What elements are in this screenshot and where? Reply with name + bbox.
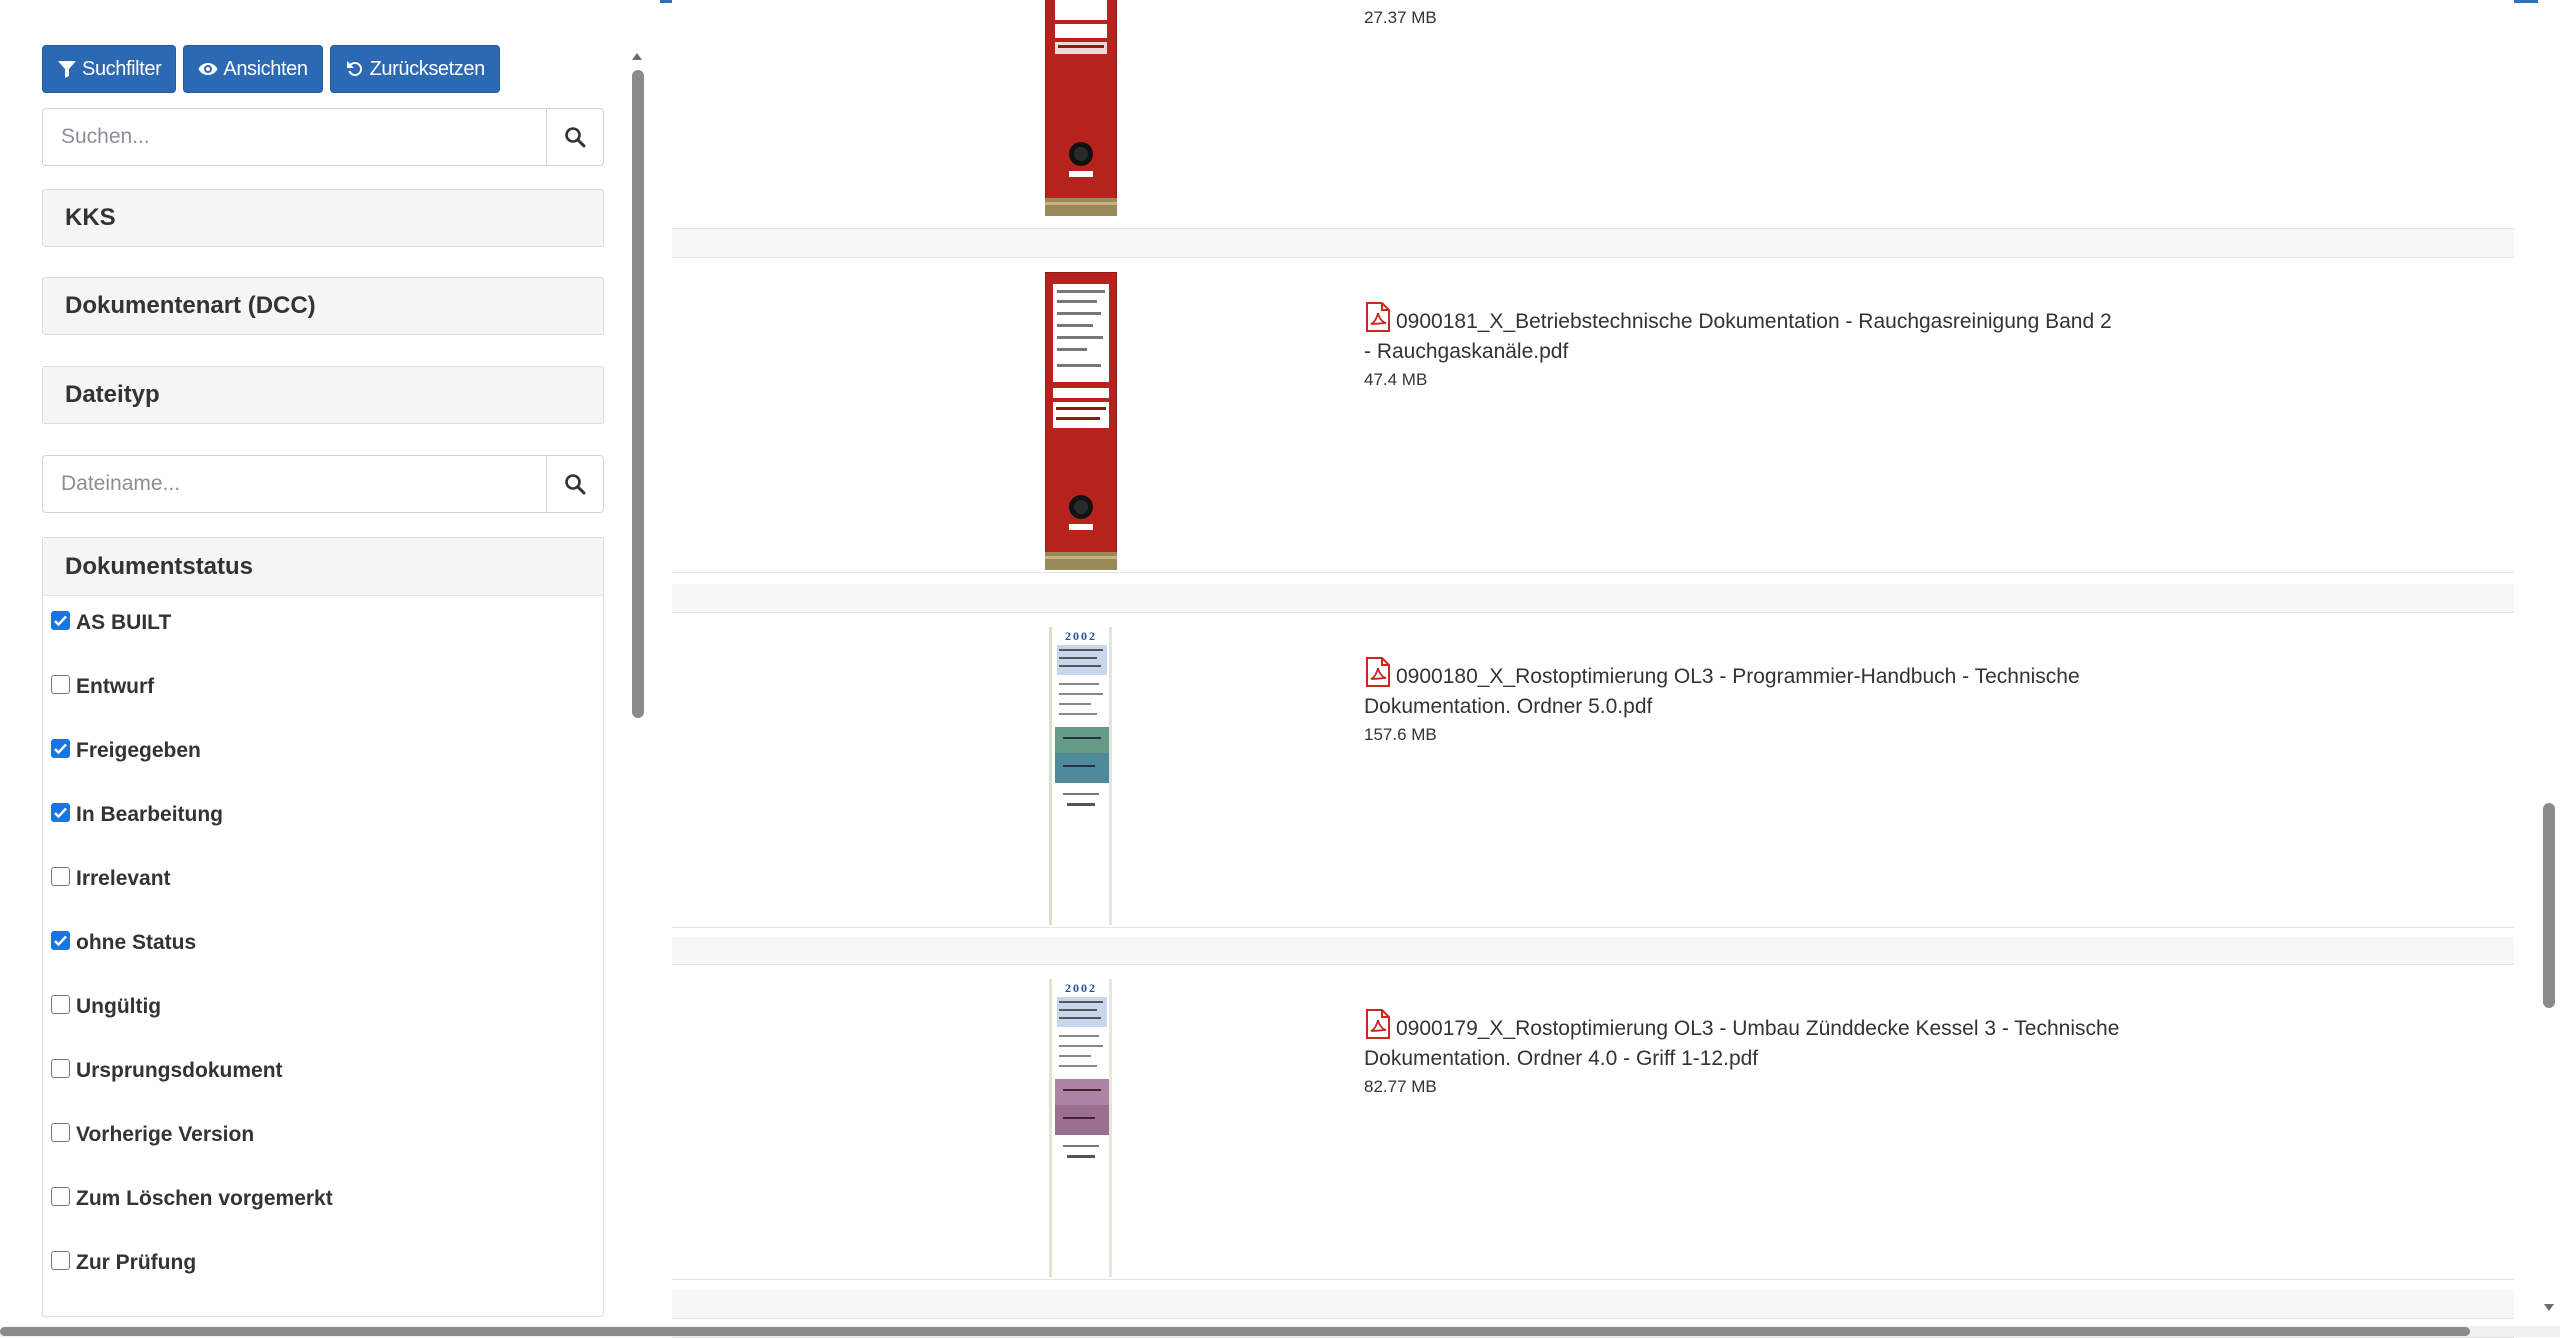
document-size: 47.4 MB xyxy=(1364,370,1428,389)
status-checkbox[interactable] xyxy=(51,1186,70,1206)
sidebar-scroll-up-arrow[interactable] xyxy=(630,50,644,64)
status-checkbox[interactable] xyxy=(51,610,70,630)
pdf-file-icon xyxy=(1366,302,1390,332)
status-checkbox[interactable] xyxy=(51,866,70,886)
status-filter-title: Dokumentstatus xyxy=(43,538,603,596)
document-card[interactable]: 0900181_X_Betriebstechnische Dokumentati… xyxy=(672,257,2514,573)
card-separator xyxy=(672,229,2514,257)
search-icon xyxy=(565,127,586,148)
views-button[interactable]: Ansichten xyxy=(183,45,323,93)
eye-icon xyxy=(198,63,218,75)
document-title-link[interactable]: 0900180_X_Rostoptimierung OL3 - Programm… xyxy=(1364,657,2124,722)
document-title: 0900179_X_Rostoptimierung OL3 - Umbau Zü… xyxy=(1364,1017,2120,1070)
document-card[interactable]: 2002 0900179_X_Rostoptimierung OL3 - Umb… xyxy=(672,964,2514,1280)
filter-toolbar: Suchfilter Ansichten Zurücksetzen xyxy=(42,45,500,93)
status-option-label: ohne Status xyxy=(76,931,197,954)
reset-button[interactable]: Zurücksetzen xyxy=(329,45,500,93)
document-card[interactable]: 2002 0900180_X_Rostoptimierung OL3 - Pro… xyxy=(672,612,2514,928)
card-separator xyxy=(672,584,2514,612)
filter-sidebar: Suchfilter Ansichten Zurücksetzen KKS Do… xyxy=(0,0,660,1337)
document-size: 157.6 MB xyxy=(1364,725,1437,744)
document-title-link[interactable]: 0900181_X_Betriebstechnische Dokumentati… xyxy=(1364,302,2124,367)
search-filter-label: Suchfilter xyxy=(82,57,162,80)
facet-file-type[interactable]: Dateityp xyxy=(42,366,604,424)
thumbnail-year: 2002 xyxy=(1065,629,1097,643)
horizontal-scrollbar-thumb[interactable] xyxy=(0,1327,2470,1336)
status-option-label: Zur Prüfung xyxy=(76,1251,197,1274)
status-option[interactable]: AS BUILT xyxy=(51,608,171,638)
document-title: 0900180_X_Rostoptimierung OL3 - Programm… xyxy=(1364,665,2080,718)
document-info: 0900179_X_Rostoptimierung OL3 - Umbau Zü… xyxy=(1364,1009,2124,1097)
status-checkbox[interactable] xyxy=(51,994,70,1014)
thumbnail-year: 2002 xyxy=(1065,981,1097,995)
status-option[interactable]: Entwurf xyxy=(51,672,154,702)
document-thumbnail-white-binder: 2002 xyxy=(1045,979,1117,1277)
search-input[interactable] xyxy=(42,108,546,166)
status-filter-panel: Dokumentstatus AS BUILT Entwurf Freigege… xyxy=(42,537,604,1317)
facet-kks[interactable]: KKS xyxy=(42,189,604,247)
card-separator xyxy=(672,937,2514,965)
document-list: 27.37 MB 0900181_X_Betriebstechnische Do… xyxy=(672,0,2514,1338)
status-option[interactable]: In Bearbeitung xyxy=(51,800,223,830)
search-icon xyxy=(565,474,586,495)
status-checkbox[interactable] xyxy=(51,930,70,950)
page-scrollbar-track[interactable] xyxy=(2538,0,2560,1337)
filename-search-button[interactable] xyxy=(546,455,604,513)
document-thumbnail-red-binder xyxy=(1045,0,1117,216)
status-option[interactable]: ohne Status xyxy=(51,928,196,958)
document-size: 82.77 MB xyxy=(1364,1077,1437,1096)
views-label: Ansichten xyxy=(223,57,308,80)
search-filter-button[interactable]: Suchfilter xyxy=(42,45,177,93)
status-checkbox[interactable] xyxy=(51,1122,70,1142)
status-checkbox[interactable] xyxy=(51,1250,70,1270)
status-option-label: Zum Löschen vorgemerkt xyxy=(76,1187,333,1210)
status-option-label: Ursprungsdokument xyxy=(76,1059,283,1082)
page-scrollbar-thumb[interactable] xyxy=(2543,803,2555,1008)
document-info: 27.37 MB xyxy=(1364,0,2124,28)
search-button[interactable] xyxy=(546,108,604,166)
document-size: 27.37 MB xyxy=(1364,8,1437,27)
sidebar-scrollbar-thumb[interactable] xyxy=(632,70,644,718)
document-card[interactable]: 27.37 MB xyxy=(672,0,2514,229)
filename-input[interactable] xyxy=(42,455,546,513)
status-option[interactable]: Vorherige Version xyxy=(51,1120,254,1150)
status-option[interactable]: Ungültig xyxy=(51,992,161,1022)
status-option-label: In Bearbeitung xyxy=(76,803,224,826)
card-separator xyxy=(672,1290,2514,1318)
document-title: 0900181_X_Betriebstechnische Dokumentati… xyxy=(1364,310,2112,363)
document-title-link[interactable]: 0900179_X_Rostoptimierung OL3 - Umbau Zü… xyxy=(1364,1009,2124,1074)
pdf-file-icon xyxy=(1366,1009,1390,1039)
document-info: 0900181_X_Betriebstechnische Dokumentati… xyxy=(1364,302,2124,390)
document-info: 0900180_X_Rostoptimierung OL3 - Programm… xyxy=(1364,657,2124,745)
status-checkbox[interactable] xyxy=(51,1058,70,1078)
funnel-icon xyxy=(58,61,76,78)
undo-icon xyxy=(346,61,362,76)
search-group xyxy=(42,108,604,166)
document-thumbnail-white-binder: 2002 xyxy=(1045,627,1117,925)
status-option[interactable]: Ursprungsdokument xyxy=(51,1056,283,1086)
status-option-label: Entwurf xyxy=(76,675,155,698)
status-option-label: Vorherige Version xyxy=(76,1123,255,1146)
status-option-label: AS BUILT xyxy=(76,611,172,634)
facet-document-type[interactable]: Dokumentenart (DCC) xyxy=(42,277,604,335)
document-thumbnail-red-binder xyxy=(1045,272,1117,570)
status-option[interactable]: Freigegeben xyxy=(51,736,201,766)
status-option-label: Irrelevant xyxy=(76,867,171,890)
status-option[interactable]: Zum Löschen vorgemerkt xyxy=(51,1184,333,1214)
status-option[interactable]: Irrelevant xyxy=(51,864,171,894)
status-option-label: Ungültig xyxy=(76,995,162,1018)
filename-search-group xyxy=(42,455,604,513)
status-checkbox[interactable] xyxy=(51,738,70,758)
pdf-file-icon xyxy=(1366,657,1390,687)
status-option[interactable]: Zur Prüfung xyxy=(51,1248,196,1278)
page-scroll-down-arrow[interactable] xyxy=(2542,1300,2556,1314)
status-option-label: Freigegeben xyxy=(76,739,201,762)
reset-label: Zurücksetzen xyxy=(369,57,486,80)
status-checkbox[interactable] xyxy=(51,674,70,694)
status-checkbox[interactable] xyxy=(51,802,70,822)
